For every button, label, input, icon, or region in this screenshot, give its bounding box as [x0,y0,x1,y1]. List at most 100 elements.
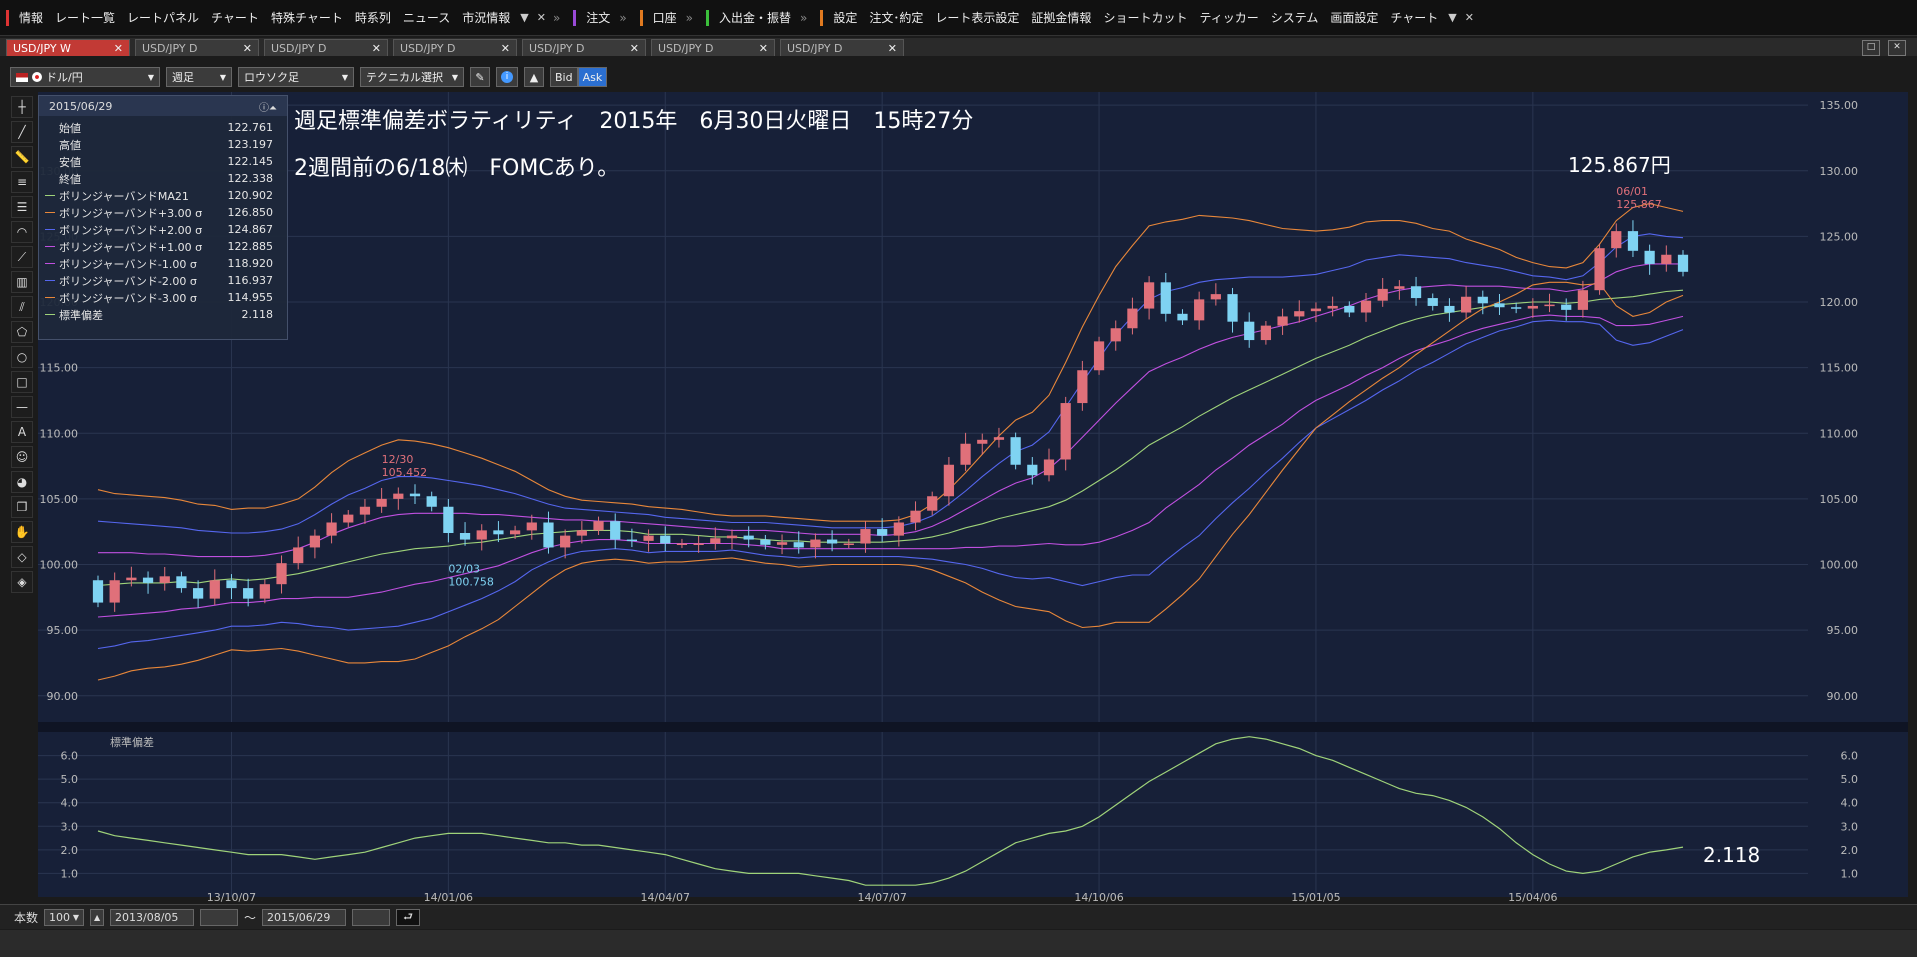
y-tick-label-left: 110.00 [40,427,79,440]
ask-button[interactable]: Ask [577,67,608,87]
time-from-field[interactable] [200,908,239,926]
x-tick-label: 15/04/06 [1508,891,1557,904]
menu-dropdown-icon[interactable]: ▼ [1444,11,1460,24]
area-chart-button[interactable]: ▲ [524,67,544,87]
menu-item[interactable]: ニュース [397,6,456,29]
candle-body [910,510,921,523]
menu-item[interactable]: チャート [1384,6,1444,29]
date-from-field[interactable]: 2013/08/05 [110,908,195,926]
menu-item[interactable]: 市況情報 [456,6,516,29]
chart-tab[interactable]: USD/JPY D ✕ [522,39,646,56]
menu-dropdown-icon[interactable]: ▼ [516,11,532,24]
menu-group: 口座» [634,6,696,29]
menu-close-icon[interactable]: ✕ [533,11,550,24]
drawing-tool-button[interactable]: ☰ [11,196,33,218]
sub-y-tick-left: 1.0 [61,867,79,880]
chart-type-select[interactable]: ロウソク足 ▼ [238,67,354,87]
drawing-tool-button[interactable]: ❐ [11,496,33,518]
chart-tab[interactable]: USD/JPY D ✕ [393,39,517,56]
menu-item[interactable]: 情報 [13,6,49,29]
candle-body [1377,288,1388,301]
close-tab-icon[interactable]: ✕ [630,42,639,55]
drawing-tool-button[interactable]: ✋ [11,521,33,543]
count-up-button[interactable]: ▲ [90,908,105,926]
maximize-button[interactable]: □ [1862,40,1880,56]
drawing-tool-button[interactable]: 📏 [11,146,33,168]
drawing-tool-button[interactable]: ⫽ [11,296,33,318]
menu-item[interactable]: 注文 [580,6,616,29]
drawing-tool-button[interactable]: ≡ [11,171,33,193]
close-tab-icon[interactable]: ✕ [759,42,768,55]
chevron-down-icon: ▼ [219,72,226,82]
close-tab-icon[interactable]: ✕ [114,42,123,55]
drawing-tool-button[interactable]: ○ [11,346,33,368]
close-tab-icon[interactable]: ✕ [501,42,510,55]
period-select[interactable]: 週足 ▼ [166,67,232,87]
currency-pair-select[interactable]: ドル/円 ▼ [10,67,160,87]
text-icon: A [17,425,27,439]
candle-body [509,530,521,535]
chart-tab[interactable]: USD/JPY D ✕ [264,39,388,56]
drawing-tool-button[interactable]: A [11,421,33,443]
menu-item[interactable]: ショートカット [1097,6,1193,29]
bottom-strip [0,930,1917,957]
drawing-tool-button[interactable]: ☺ [11,446,33,468]
menu-overflow-icon[interactable]: » [797,11,810,25]
menu-item[interactable]: 証拠金情報 [1025,6,1097,29]
pen-button[interactable]: ✎ [470,67,490,87]
drawing-tool-button[interactable]: ⬠ [11,321,33,343]
menu-item[interactable]: 入出金・振替 [713,6,797,29]
info-panel-controls[interactable]: ⓘ⏶ [259,99,277,114]
drawing-tool-button[interactable]: ┼ [11,96,33,118]
menu-item[interactable]: 画面設定 [1324,6,1384,29]
candle-body [459,533,471,540]
candle-body [326,522,337,536]
menu-item[interactable]: システム [1265,6,1325,29]
chart-tab[interactable]: USD/JPY D ✕ [135,39,259,56]
candle-body [142,577,154,583]
x-tick-label: 14/04/07 [641,891,690,904]
drawing-tool-button[interactable]: ◕ [11,471,33,493]
menu-item[interactable]: レートパネル [121,6,205,29]
candle-body [1027,464,1038,476]
menu-item[interactable]: レート一覧 [49,6,121,29]
chart-tab[interactable]: USD/JPY D ✕ [651,39,775,56]
drawing-tool-button[interactable]: ◠ [11,221,33,243]
drawing-tool-button[interactable]: ◇ [11,546,33,568]
drawing-tool-button[interactable]: ◈ [11,571,33,593]
menu-item[interactable]: 時系列 [349,6,397,29]
menu-item[interactable]: 口座 [647,6,683,29]
menu-overflow-icon[interactable]: » [683,11,696,25]
menu-item[interactable]: チャート [205,6,265,29]
menu-close-icon[interactable]: ✕ [1461,11,1478,24]
close-tab-icon[interactable]: ✕ [372,42,381,55]
info-rows: 始値 122.761 高値 123.197 安値 122.145 終値 122.338 ボリンジ… [39,116,287,323]
technical-select[interactable]: テクニカル選択 ▼ [360,67,464,87]
menu-overflow-icon[interactable]: » [616,11,629,25]
drawing-tool-button[interactable]: ╱ [11,121,33,143]
count-select[interactable]: 100 ▼ [44,908,85,926]
drawing-tool-button[interactable]: ▥ [11,271,33,293]
menu-overflow-icon[interactable]: » [550,11,563,25]
drawing-tool-button[interactable]: — [11,396,33,418]
menu-item[interactable]: 設定 [827,6,863,29]
time-to-field[interactable] [352,908,391,926]
info-button[interactable]: i [496,67,518,87]
drawing-tool-button[interactable]: ⟋ [11,246,33,268]
menu-item[interactable]: レート表示設定 [929,6,1025,29]
menu-item[interactable]: 特殊チャート [265,6,349,29]
close-window-button[interactable]: ✕ [1888,40,1906,56]
info-label: 高値 [59,138,81,152]
candle-body [1544,304,1555,307]
close-tab-icon[interactable]: ✕ [243,42,252,55]
close-tab-icon[interactable]: ✕ [888,42,897,55]
chart-tab[interactable]: USD/JPY W ✕ [6,39,130,56]
date-to-field[interactable]: 2015/06/29 [262,908,347,926]
menu-item[interactable]: 注文･約定 [863,6,929,29]
chart-tab[interactable]: USD/JPY D ✕ [780,39,904,56]
drawing-tool-button[interactable]: □ [11,371,33,393]
reload-button[interactable]: ⮐ [396,908,421,926]
bid-button[interactable]: Bid [550,67,578,87]
chart-area[interactable]: 135.00135.00130.00130.00125.00125.00120.… [38,92,1908,904]
menu-item[interactable]: ティッカー [1193,6,1264,29]
